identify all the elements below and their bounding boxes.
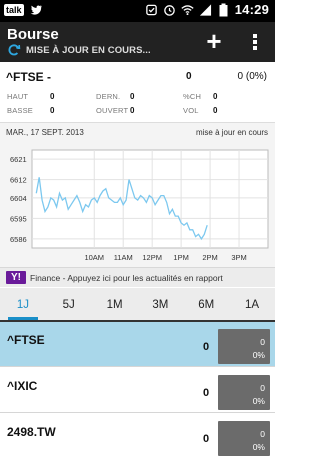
tab-3m[interactable]: 3M (137, 288, 183, 320)
detail-symbol: ^FTSE - (6, 70, 52, 84)
plus-icon[interactable]: + (204, 28, 224, 56)
tab-6m[interactable]: 6M (183, 288, 229, 320)
detail-change: 0 (0%) (237, 71, 267, 82)
stat-label-low: BASSE (7, 106, 34, 115)
y-tick-label: 6612 (10, 176, 27, 185)
stock-symbol: 2498.TW (7, 425, 56, 439)
x-tick-label: 2PM (202, 253, 217, 262)
clock: 14:29 (234, 2, 269, 17)
stat-label-pct: %CH (183, 92, 202, 101)
action-bar: Bourse MISE À JOUR EN COURS... + (0, 22, 275, 62)
intraday-chart[interactable]: MAR., 17 SEPT. 2013 mise à jour en cours… (0, 122, 275, 267)
status-bar: talk 14:29 (0, 0, 275, 22)
plot-area (31, 149, 269, 249)
stat-value-low: 0 (50, 106, 55, 115)
stock-value: 0 (203, 341, 210, 353)
notification-icon (145, 4, 157, 15)
chart-plot: 6621 6612 6604 6595 6586 10AM 11AM 12PM 1PM 2PM 3P… (10, 149, 269, 262)
stock-percent: 0% (252, 350, 265, 360)
stock-value: 0 (203, 387, 210, 399)
change-box[interactable]: 0 0% (218, 329, 270, 364)
stock-symbol: ^IXIC (7, 379, 38, 393)
y-tick-label: 6604 (10, 194, 27, 203)
stat-value-pct: 0 (213, 92, 218, 101)
x-tick-label: 12PM (142, 253, 162, 262)
alarm-icon (163, 4, 175, 16)
stat-value-open: 0 (130, 106, 135, 115)
stat-label-high: HAUT (7, 92, 29, 101)
stock-percent: 0% (252, 442, 265, 452)
app-title: Bourse (7, 26, 59, 43)
yahoo-logo: Y! (6, 271, 26, 284)
x-tick-label: 11AM (114, 253, 133, 262)
tab-5j[interactable]: 5J (46, 288, 92, 320)
x-tick-label: 3PM (231, 253, 246, 262)
stock-change: 0 (260, 429, 265, 439)
quote-detail: ^FTSE - 0 0 (0%) HAUT 0 DERN. 0 %CH 0 BA… (0, 62, 275, 122)
x-tick-label: 1PM (173, 253, 188, 262)
y-tick-label: 6621 (10, 155, 27, 164)
stock-value: 0 (203, 433, 210, 445)
signal-icon (199, 3, 211, 16)
tab-1a[interactable]: 1A (229, 288, 275, 320)
finance-news-bar[interactable]: Y! Finance - Appuyez ici pour les actual… (0, 267, 275, 287)
twitter-icon (29, 5, 42, 15)
stat-value-vol: 0 (213, 106, 218, 115)
stat-value-last: 0 (130, 92, 135, 101)
tab-1m[interactable]: 1M (92, 288, 138, 320)
x-tick-label: 10AM (84, 253, 104, 262)
stat-label-vol: VOL (183, 106, 199, 115)
detail-value: 0 (186, 71, 192, 82)
stock-row[interactable]: ^IXIC 0 0 0% (0, 368, 275, 413)
y-tick-label: 6595 (10, 214, 27, 223)
update-status: MISE À JOUR EN COURS... (26, 45, 151, 56)
battery-icon (219, 3, 228, 16)
stock-change: 0 (260, 337, 265, 347)
range-tabs: 1J 5J 1M 3M 6M 1A (0, 288, 275, 322)
stock-row[interactable]: 2498.TW 0 0 0% (0, 414, 275, 458)
stat-label-open: OUVERT (96, 106, 129, 115)
refresh-icon[interactable] (7, 43, 21, 57)
stat-label-last: DERN. (96, 92, 121, 101)
finance-news-text: Finance - Appuyez ici pour les actualité… (30, 273, 223, 283)
tab-1j[interactable]: 1J (0, 288, 46, 320)
stock-symbol: ^FTSE (7, 333, 45, 347)
overflow-menu-icon[interactable] (251, 31, 259, 53)
stock-percent: 0% (252, 396, 265, 406)
stat-value-high: 0 (50, 92, 55, 101)
stock-change: 0 (260, 383, 265, 393)
y-tick-label: 6586 (10, 235, 27, 244)
change-box[interactable]: 0 0% (218, 375, 270, 410)
stock-row[interactable]: ^FTSE 0 0 0% (0, 322, 275, 367)
change-box[interactable]: 0 0% (218, 421, 270, 456)
app-frame: talk 14:29 Bourse MISE À JOUR EN COURS..… (0, 0, 275, 458)
wifi-icon (181, 4, 194, 15)
talk-icon: talk (4, 4, 24, 16)
